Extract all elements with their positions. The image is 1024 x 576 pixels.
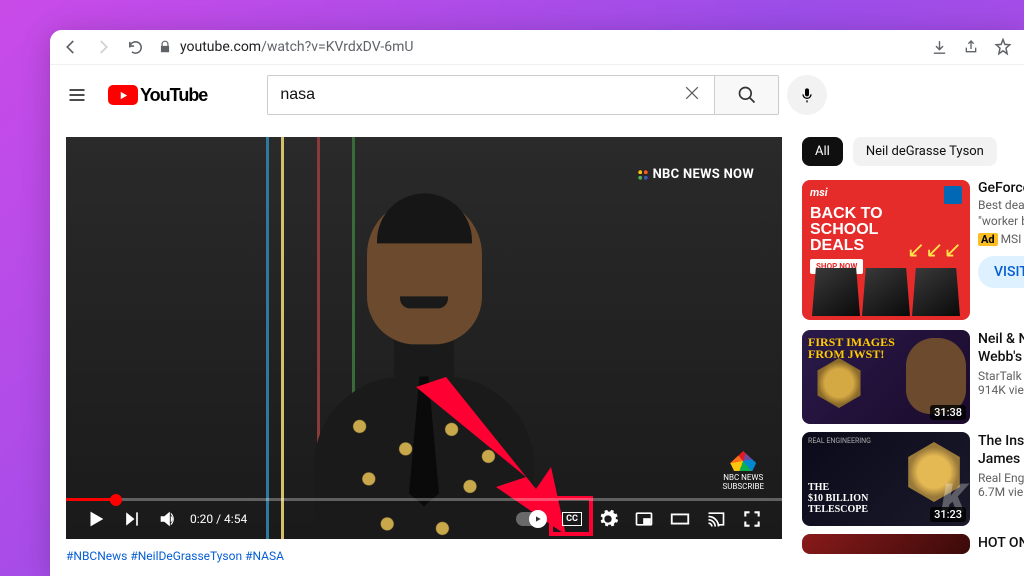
recommendation-thumbnail: REAL ENGINEERING THE$10 BILLIONTELESCOPE… <box>802 432 970 526</box>
recommendation-thumbnail <box>802 534 970 554</box>
fullscreen-button[interactable] <box>734 501 770 537</box>
recommendation-item[interactable]: FIRST IMAGESFROM JWST! 31:38 Neil & NWeb… <box>802 330 1024 424</box>
youtube-play-icon <box>108 85 138 105</box>
browser-window: youtube.com/watch?v=KVrdxDV-6mU YouTube <box>50 30 1024 576</box>
autoplay-toggle[interactable] <box>516 512 546 526</box>
recommendation-item[interactable]: REAL ENGINEERING THE$10 BILLIONTELESCOPE… <box>802 432 1024 526</box>
lock-icon <box>158 40 172 54</box>
address-bar[interactable]: youtube.com/watch?v=KVrdxDV-6mU <box>158 39 916 55</box>
ad-badge: Ad <box>978 233 998 246</box>
cast-button[interactable] <box>698 501 734 537</box>
captions-button[interactable]: CC <box>554 501 590 537</box>
time-display: 0:20 / 4:54 <box>190 512 247 526</box>
promo-info: GeForce Best deal "worker b Ad MSI VISIT <box>978 180 1024 320</box>
search-input[interactable] <box>280 86 682 104</box>
youtube-header: YouTube <box>50 65 1024 125</box>
video-frame: NBC NEWS NOW NBC NEWS SUBSCRIBE <box>66 137 782 539</box>
next-button[interactable] <box>114 501 150 537</box>
sidebar: All Neil deGrasse Tyson msi BACK TO SCHO… <box>802 137 1024 563</box>
youtube-logo[interactable]: YouTube <box>108 85 207 106</box>
promo-card[interactable]: msi BACK TO SCHOOL DEALS SHOP NOW ↙↙↙ Ge… <box>802 180 1024 320</box>
url-path: /watch?v=KVrdxDV-6mU <box>261 39 413 55</box>
nbc-subscribe-badge: NBC NEWS SUBSCRIBE <box>722 451 764 491</box>
share-icon[interactable] <box>962 38 980 56</box>
play-button[interactable] <box>78 501 114 537</box>
search-button[interactable] <box>715 75 779 115</box>
filter-chips: All Neil deGrasse Tyson <box>802 137 1024 166</box>
chip-topic[interactable]: Neil deGrasse Tyson <box>853 137 997 166</box>
visit-site-button[interactable]: VISIT <box>978 256 1024 288</box>
recommendation-thumbnail: FIRST IMAGESFROM JWST! 31:38 <box>802 330 970 424</box>
video-chyron: NBC NEWS NOW <box>636 167 754 182</box>
search-box[interactable] <box>267 75 715 115</box>
browser-toolbar: youtube.com/watch?v=KVrdxDV-6mU <box>50 30 1024 65</box>
back-button[interactable] <box>62 38 80 56</box>
youtube-wordmark: YouTube <box>140 85 207 106</box>
volume-button[interactable] <box>150 501 186 537</box>
forward-button[interactable] <box>94 38 112 56</box>
url-domain: youtube.com <box>180 39 261 55</box>
voice-search-button[interactable] <box>787 75 827 115</box>
clear-search-button[interactable] <box>682 83 702 107</box>
theater-button[interactable] <box>662 501 698 537</box>
chip-all[interactable]: All <box>802 137 843 166</box>
player-controls: 0:20 / 4:54 CC <box>66 499 782 539</box>
promo-thumbnail: msi BACK TO SCHOOL DEALS SHOP NOW ↙↙↙ <box>802 180 970 320</box>
settings-button[interactable] <box>590 501 626 537</box>
menu-button[interactable] <box>66 84 88 106</box>
reload-button[interactable] <box>126 38 144 56</box>
miniplayer-button[interactable] <box>626 501 662 537</box>
bookmark-icon[interactable] <box>994 38 1012 56</box>
video-player[interactable]: NBC NEWS NOW NBC NEWS SUBSCRIBE <box>66 137 782 539</box>
recommendation-item[interactable]: HOT ONE <box>802 534 1024 554</box>
download-icon[interactable] <box>930 38 948 56</box>
video-hashtags[interactable]: #NBCNews #NeilDeGrasseTyson #NASA <box>66 549 782 563</box>
